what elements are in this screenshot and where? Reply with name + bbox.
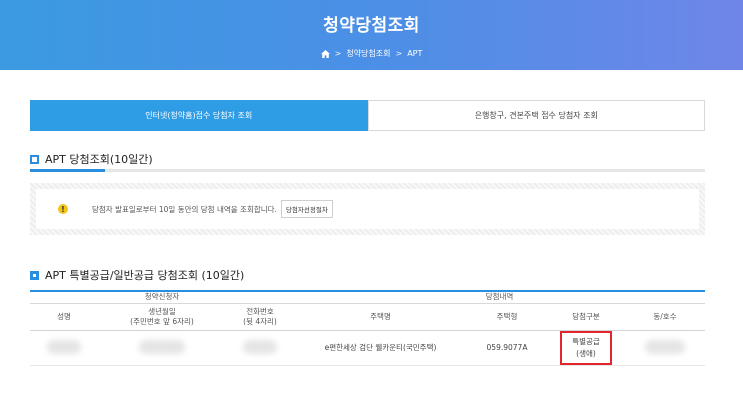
lookup-tabs: 인터넷(청약홈)접수 당첨자 조회 은행창구, 견본주택 접수 당첨자 조회 (30, 100, 705, 131)
page-title: 청약당첨조회 (323, 16, 420, 36)
column-header-name: 성명 (30, 303, 98, 331)
cell-house-name: e편한세상 검단 웰카운티(국민주택) (294, 330, 467, 366)
column-header-unit: 동/호수 (625, 303, 705, 331)
cell-name-redacted (30, 330, 98, 366)
results-table: 청약신청자 당첨내역 성명 생년월일 (주민번호 앞 6자리) 전화번호 (뒷 4자… (30, 290, 705, 366)
tab-bank-model-house-applications[interactable]: 은행창구, 견본주택 접수 당첨자 조회 (367, 100, 705, 131)
winner-selection-process-button[interactable]: 당첨자선정절차 (280, 200, 333, 218)
table-row: e편한세상 검단 웰카운티(국민주택) 059.9077A 특별공급 (생애) (30, 330, 705, 366)
column-header-birthdate: 생년월일 (주민번호 앞 6자리) (98, 303, 226, 331)
breadcrumb-separator: > (395, 49, 403, 58)
breadcrumb-item-winner-lookup[interactable]: 청약당첨조회 (346, 48, 390, 59)
notice-text: 당첨자 발표일로부터 10일 동안의 당첨 내역을 조회합니다. (92, 204, 277, 214)
page-banner: 청약당첨조회 > 청약당첨조회 > APT (0, 0, 743, 70)
column-header-win-type: 당첨구분 (547, 303, 625, 331)
tab-internet-applications[interactable]: 인터넷(청약홈)접수 당첨자 조회 (30, 100, 368, 131)
cell-unit-redacted (625, 330, 705, 366)
section-header-special-general: APT 특별공급/일반공급 당첨조회 (10일간) (30, 267, 244, 283)
breadcrumb: > 청약당첨조회 > APT (0, 48, 743, 59)
column-header-house-type: 주택형 (467, 303, 547, 331)
notice-box: ! 당첨자 발표일로부터 10일 동안의 당첨 내역을 조회합니다. 당첨자선정… (30, 183, 705, 235)
group-header-win-details: 당첨내역 (294, 290, 705, 304)
cell-birthdate-redacted (98, 330, 226, 366)
win-type-highlight: 특별공급 (생애) (560, 330, 612, 365)
section-title: APT 특별공급/일반공급 당첨조회 (10일간) (45, 269, 245, 282)
group-header-applicant: 청약신청자 (30, 290, 294, 304)
section-square-icon (30, 154, 39, 164)
section-square-icon (30, 270, 39, 280)
breadcrumb-separator: > (334, 49, 342, 58)
section-underline (30, 169, 705, 172)
warning-icon: ! (58, 204, 68, 214)
section-title: APT 당첨조회(10일간) (45, 153, 153, 166)
column-header-house-name: 주택명 (294, 303, 467, 331)
home-icon[interactable] (320, 49, 330, 58)
breadcrumb-item-apt[interactable]: APT (407, 49, 422, 58)
section-header-apt-lookup: APT 당첨조회(10일간) (30, 151, 153, 167)
cell-win-type: 특별공급 (생애) (547, 330, 625, 366)
cell-house-type: 059.9077A (467, 330, 547, 366)
column-header-phone: 전화번호 (뒷 4자리) (226, 303, 294, 331)
cell-phone-redacted (226, 330, 294, 366)
